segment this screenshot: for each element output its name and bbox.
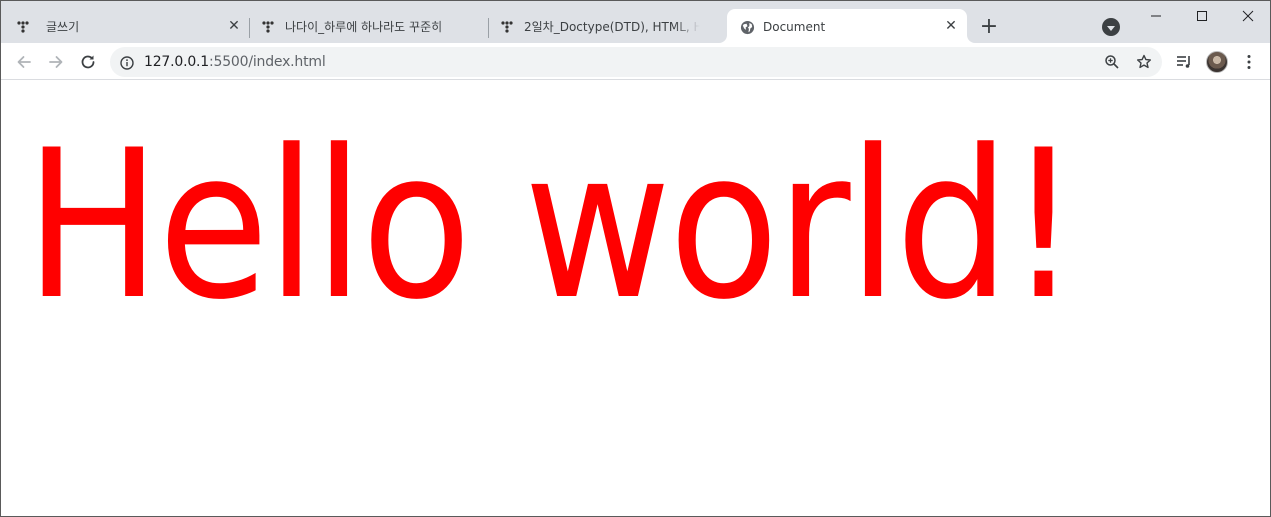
- close-icon[interactable]: ✕: [943, 18, 959, 34]
- close-window-button[interactable]: [1225, 1, 1270, 31]
- tab-title: 2일차_Doctype(DTD), HTML, HEAD: [524, 20, 700, 34]
- page-content: Hello world!: [1, 81, 1270, 516]
- reload-button[interactable]: [77, 51, 99, 73]
- url-text: 127.0.0.1:5500/index.html: [144, 53, 326, 71]
- tistory-icon: [15, 19, 31, 35]
- browser-toolbar: 127.0.0.1:5500/index.html: [1, 43, 1270, 80]
- tab-document[interactable]: Document ✕: [727, 9, 967, 43]
- minimize-button[interactable]: [1133, 1, 1179, 31]
- tistory-icon: [260, 19, 276, 35]
- zoom-icon[interactable]: [1104, 54, 1120, 70]
- tab-title: Document: [763, 20, 826, 34]
- new-tab-button[interactable]: +: [977, 15, 1001, 39]
- tab-title: 글쓰기: [46, 20, 80, 34]
- info-icon[interactable]: [120, 55, 134, 70]
- globe-icon: [739, 19, 755, 35]
- back-button[interactable]: [13, 51, 35, 73]
- page-heading: Hello world!: [25, 107, 1080, 345]
- menu-kebab-icon[interactable]: [1240, 53, 1258, 71]
- tab-nadai[interactable]: 나다이_하루에 하나라도 꾸준히: [250, 9, 488, 43]
- media-control-icon[interactable]: [1175, 53, 1193, 71]
- profile-avatar[interactable]: [1206, 51, 1228, 73]
- forward-button[interactable]: [45, 51, 67, 73]
- tab-write[interactable]: 글쓰기 ✕: [1, 9, 249, 43]
- url-path: :5500/index.html: [209, 54, 326, 70]
- address-bar[interactable]: 127.0.0.1:5500/index.html: [110, 47, 1162, 77]
- tab-day2[interactable]: 2일차_Doctype(DTD), HTML, HEAD: [489, 9, 725, 43]
- url-host: 127.0.0.1: [144, 54, 209, 70]
- tab-title: 나다이_하루에 하나라도 꾸준히: [285, 20, 443, 34]
- tistory-icon: [499, 19, 515, 35]
- tab-search-button[interactable]: [1102, 18, 1120, 36]
- close-icon[interactable]: ✕: [226, 18, 242, 34]
- tab-strip: 글쓰기 ✕ 나다이_하루에 하나라도 꾸준히 2일차_Doctype(DTD),…: [1, 1, 1270, 43]
- maximize-button[interactable]: [1179, 1, 1225, 31]
- browser-window: 글쓰기 ✕ 나다이_하루에 하나라도 꾸준히 2일차_Doctype(DTD),…: [0, 0, 1271, 517]
- bookmark-star-icon[interactable]: [1136, 54, 1152, 70]
